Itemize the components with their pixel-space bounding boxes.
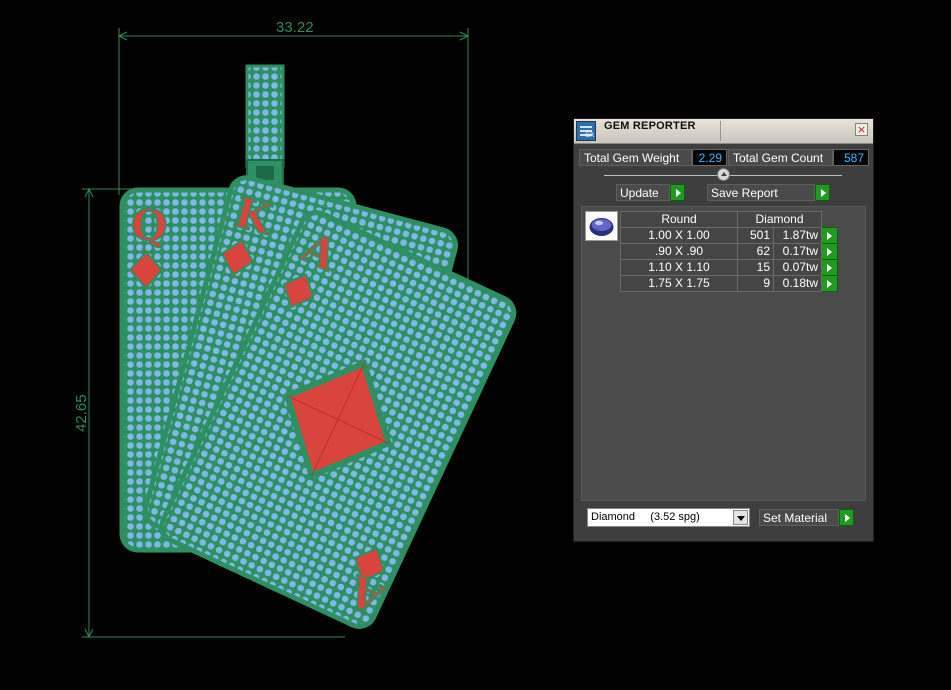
save-report-button[interactable]: Save Report	[707, 184, 832, 201]
svg-text:Q: Q	[131, 201, 168, 250]
gem-size: 1.75 X 1.75	[620, 275, 738, 292]
save-report-arrow-icon[interactable]	[815, 184, 830, 201]
gem-weight: 0.18tw	[773, 275, 822, 292]
update-button-label: Update	[616, 184, 670, 201]
table-row[interactable]: 1.00 X 1.00 501 1.87tw	[620, 227, 838, 244]
total-gem-count-group: Total Gem Count 587	[728, 149, 870, 166]
row-go-arrow-icon[interactable]	[821, 259, 838, 276]
gem-reporter-panel: GR GEM REPORTER × Total Gem Weight 2.29 …	[573, 118, 874, 542]
gem-weight: 0.07tw	[773, 259, 822, 276]
row-go-arrow-icon[interactable]	[821, 275, 838, 292]
gem-size: 1.00 X 1.00	[620, 227, 738, 244]
gem-weight: 0.17tw	[773, 243, 822, 260]
gem-reporter-titlebar[interactable]: GR GEM REPORTER ×	[574, 119, 873, 144]
gem-count: 9	[737, 275, 774, 292]
material-select[interactable]: Diamond (3.52 spg)	[587, 508, 750, 527]
gem-table: Round Diamond 1.00 X 1.00 501 1.87tw .90…	[620, 211, 838, 292]
save-report-button-label: Save Report	[707, 184, 815, 201]
material-select-value: Diamond (3.52 spg)	[591, 511, 700, 523]
card-pendant-model: Q K A A	[119, 64, 517, 629]
table-row[interactable]: 1.10 X 1.10 15 0.07tw	[620, 259, 838, 276]
round-diamond-icon[interactable]	[585, 211, 618, 241]
set-material-button-label: Set Material	[759, 509, 839, 526]
gem-weight: 1.87tw	[773, 227, 822, 244]
total-gem-count-label: Total Gem Count	[728, 149, 833, 166]
gem-size: 1.10 X 1.10	[620, 259, 738, 276]
table-row[interactable]: .90 X .90 62 0.17tw	[620, 243, 838, 260]
total-gem-weight-group: Total Gem Weight 2.29	[579, 149, 727, 166]
gem-reporter-app-icon: GR	[576, 121, 596, 141]
gem-reporter-title: GEM REPORTER	[604, 120, 696, 132]
shape-column-header[interactable]: Round	[620, 211, 738, 228]
update-arrow-icon[interactable]	[670, 184, 685, 201]
gem-count: 15	[737, 259, 774, 276]
close-icon[interactable]: ×	[855, 123, 868, 136]
total-gem-weight-value: 2.29	[692, 149, 727, 166]
titlebar-divider	[720, 121, 721, 141]
dimension-width-label: 33.22	[276, 19, 314, 36]
row-go-arrow-icon[interactable]	[821, 227, 838, 244]
update-button[interactable]: Update	[616, 184, 686, 201]
set-material-button[interactable]: Set Material	[759, 509, 855, 526]
gem-size: .90 X .90	[620, 243, 738, 260]
set-material-arrow-icon[interactable]	[839, 509, 854, 526]
dimension-height-label: 42.65	[73, 394, 90, 432]
total-gem-weight-label: Total Gem Weight	[579, 149, 692, 166]
chevron-down-icon[interactable]	[733, 510, 748, 525]
table-row[interactable]: 1.75 X 1.75 9 0.18tw	[620, 275, 838, 292]
gem-count: 62	[737, 243, 774, 260]
row-go-arrow-icon[interactable]	[821, 243, 838, 260]
gem-count: 501	[737, 227, 774, 244]
gem-table-header: Round Diamond	[620, 211, 838, 228]
panel-slider-handle[interactable]	[717, 168, 730, 181]
material-column-header[interactable]: Diamond	[737, 211, 822, 228]
total-gem-count-value: 587	[833, 149, 869, 166]
